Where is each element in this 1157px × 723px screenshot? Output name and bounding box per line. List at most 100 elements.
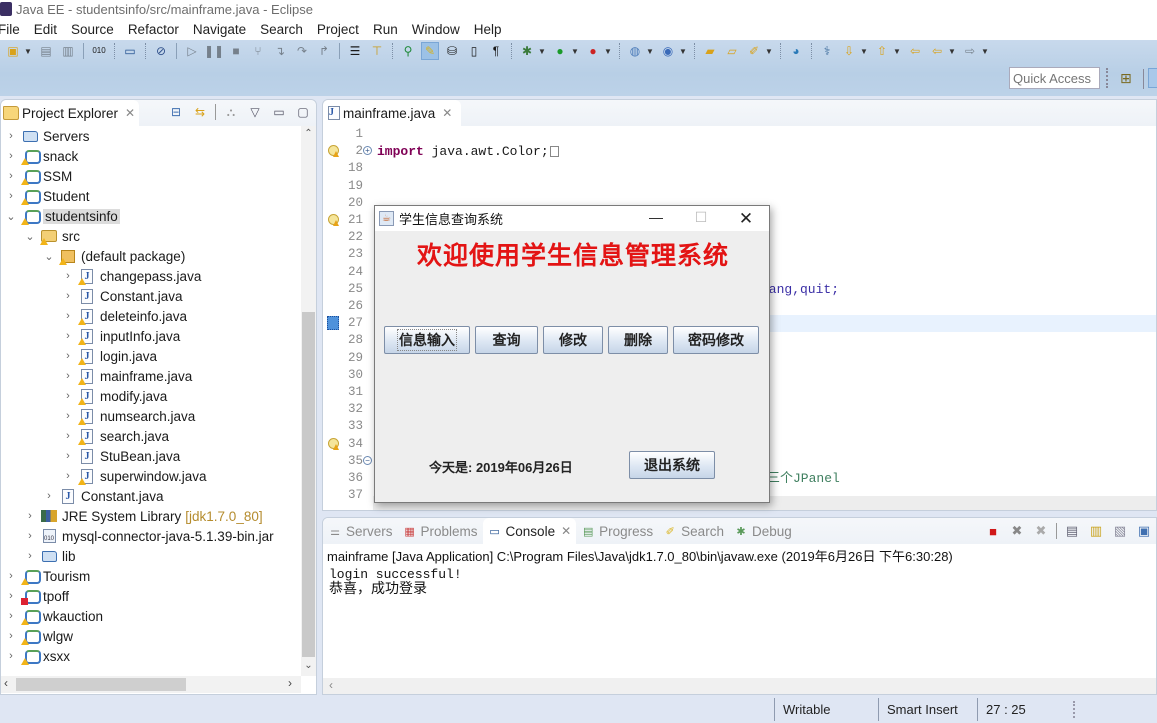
paragraph-icon[interactable]: ¶ — [488, 43, 504, 59]
tree-item[interactable]: › Student — [4, 186, 90, 206]
chevron-right-icon[interactable]: › — [4, 590, 18, 602]
scroll-left-icon[interactable]: ‹ — [4, 676, 8, 690]
resume-icon[interactable]: ▷ — [184, 43, 200, 59]
console-output[interactable]: login successful! 恭喜，成功登录 — [329, 567, 462, 597]
view-menu-icon[interactable]: ▽ — [247, 104, 263, 120]
menu-search[interactable]: Search — [260, 22, 303, 37]
next-annotation-icon[interactable]: ⇩ — [841, 43, 857, 59]
tree-item[interactable]: ⌄ src — [23, 226, 80, 246]
scroll-down-icon[interactable]: ⌄ — [301, 660, 316, 671]
open-perspective-icon[interactable]: ⊞ — [1120, 70, 1138, 88]
new-class-icon[interactable]: ◉ — [660, 43, 676, 59]
block-selection-icon[interactable]: ▯ — [466, 43, 482, 59]
console-horizontal-scrollbar[interactable]: ‹ — [323, 678, 1156, 694]
menu-help[interactable]: Help — [474, 22, 502, 37]
folded-code-icon[interactable] — [549, 146, 559, 158]
pin-console-icon[interactable]: ▣ — [1136, 523, 1152, 539]
menu-window[interactable]: Window — [412, 22, 460, 37]
scrollbar-thumb[interactable] — [16, 678, 186, 691]
tree-item[interactable]: › wlgw — [4, 626, 73, 646]
tree-item[interactable]: › tpoff — [4, 586, 69, 606]
tab-servers[interactable]: ⚌ Servers — [323, 518, 398, 544]
close-icon[interactable]: ✕ — [442, 106, 452, 120]
disconnect-icon[interactable]: ⑂ — [250, 43, 266, 59]
server-dropdown-icon[interactable]: ▼ — [646, 43, 654, 59]
menu-source[interactable]: Source — [71, 22, 114, 37]
tree-item[interactable]: › Tourism — [4, 566, 90, 586]
tab-debug[interactable]: ✱ Debug — [729, 518, 797, 544]
new-dropdown-icon[interactable]: ▼ — [24, 43, 32, 59]
new-server-icon[interactable]: ◍ — [627, 43, 643, 59]
tab-progress[interactable]: ▤ Progress — [576, 518, 658, 544]
chevron-right-icon[interactable]: › — [61, 350, 75, 362]
tab-problems[interactable]: ▦ Problems — [398, 518, 483, 544]
chevron-right-icon[interactable]: › — [61, 470, 75, 482]
modify-button[interactable]: 修改 — [543, 326, 603, 354]
chevron-right-icon[interactable]: › — [61, 430, 75, 442]
delete-button[interactable]: 删除 — [608, 326, 668, 354]
search-refs-icon[interactable]: ⚕ — [819, 43, 835, 59]
chevron-right-icon[interactable]: › — [61, 410, 75, 422]
menu-run[interactable]: Run — [373, 22, 398, 37]
word-wrap-icon[interactable]: ▧ — [1112, 523, 1128, 539]
toolbar-grip[interactable] — [1106, 68, 1108, 88]
tab-search[interactable]: ✐ Search — [658, 518, 729, 544]
tree-item[interactable]: › JRE System Library [jdk1.7.0_80] — [23, 506, 262, 526]
close-button[interactable]: ✕ — [731, 209, 761, 228]
chevron-down-icon[interactable]: ⌄ — [23, 230, 37, 243]
terminate-icon[interactable]: ■ — [985, 523, 1001, 539]
save-all-icon[interactable]: ▥ — [60, 43, 76, 59]
back-icon[interactable]: ⇦ — [929, 43, 945, 59]
tree-item[interactable]: › wkauction — [4, 606, 103, 626]
tab-mainframe-java[interactable]: J mainframe.java ✕ — [323, 100, 461, 126]
tree-item[interactable]: › Jnumsearch.java — [61, 406, 195, 426]
tree-item[interactable]: › 010 mysql-connector-java-5.1.39-bin.jar — [23, 526, 273, 546]
menu-project[interactable]: Project — [317, 22, 359, 37]
minimize-icon[interactable]: ▭ — [271, 104, 287, 120]
chevron-right-icon[interactable]: › — [4, 650, 18, 662]
globe-icon[interactable]: ◕ — [788, 43, 804, 59]
chevron-right-icon[interactable]: › — [61, 330, 75, 342]
chevron-right-icon[interactable]: › — [61, 290, 75, 302]
maximize-icon[interactable]: ▢ — [295, 104, 311, 120]
change-password-button[interactable]: 密码修改 — [673, 326, 759, 354]
tree-item[interactable]: › J StuBean.java — [61, 446, 180, 466]
next-annotation-dropdown-icon[interactable]: ▼ — [860, 43, 868, 59]
scroll-lock-icon[interactable]: ▥ — [1088, 523, 1104, 539]
chevron-down-icon[interactable]: ⌄ — [4, 210, 18, 223]
prev-annotation-dropdown-icon[interactable]: ▼ — [893, 43, 901, 59]
terminate-icon[interactable]: ■ — [228, 43, 244, 59]
step-return-icon[interactable]: ↱ — [316, 43, 332, 59]
close-icon[interactable]: ✕ — [561, 524, 571, 538]
input-info-button[interactable]: 信息输入 — [384, 326, 470, 354]
chevron-right-icon[interactable]: › — [23, 530, 37, 542]
tree-item[interactable]: › Jmodify.java — [61, 386, 167, 406]
tree-item[interactable]: › Jsearch.java — [61, 426, 169, 446]
chevron-right-icon[interactable]: › — [4, 150, 18, 162]
class-dropdown-icon[interactable]: ▼ — [679, 43, 687, 59]
tab-console[interactable]: ▭ Console ✕ — [482, 518, 577, 544]
new-icon[interactable]: ▣ — [5, 43, 21, 59]
prev-annotation-icon[interactable]: ⇧ — [874, 43, 890, 59]
chevron-right-icon[interactable]: › — [61, 370, 75, 382]
debug-dropdown-icon[interactable]: ▼ — [538, 43, 546, 59]
scroll-right-icon[interactable]: › — [288, 676, 292, 690]
chevron-right-icon[interactable]: › — [61, 310, 75, 322]
skip-breakpoints-icon[interactable]: ⊘ — [153, 43, 169, 59]
warning-lightbulb-icon[interactable] — [326, 213, 340, 227]
menu-refactor[interactable]: Refactor — [128, 22, 179, 37]
collapse-fold-icon[interactable]: − — [363, 455, 372, 465]
current-line-marker[interactable] — [327, 316, 339, 331]
step-into-icon[interactable]: ↴ — [272, 43, 288, 59]
forward-icon[interactable]: ⇨ — [962, 43, 978, 59]
menu-edit[interactable]: Edit — [34, 22, 57, 37]
remove-launch-icon[interactable]: ✖ — [1009, 523, 1025, 539]
menu-file[interactable]: File — [0, 22, 20, 37]
tree-item[interactable]: › J Constant.java — [61, 286, 183, 306]
tree-item[interactable]: › Jchangepass.java — [61, 266, 201, 286]
java-ee-perspective-button[interactable] — [1148, 68, 1157, 88]
query-button[interactable]: 查询 — [475, 326, 538, 354]
tree-item[interactable]: › JinputInfo.java — [61, 326, 180, 346]
chevron-right-icon[interactable]: › — [23, 550, 37, 562]
binary-file-icon[interactable]: 010 — [91, 43, 107, 59]
